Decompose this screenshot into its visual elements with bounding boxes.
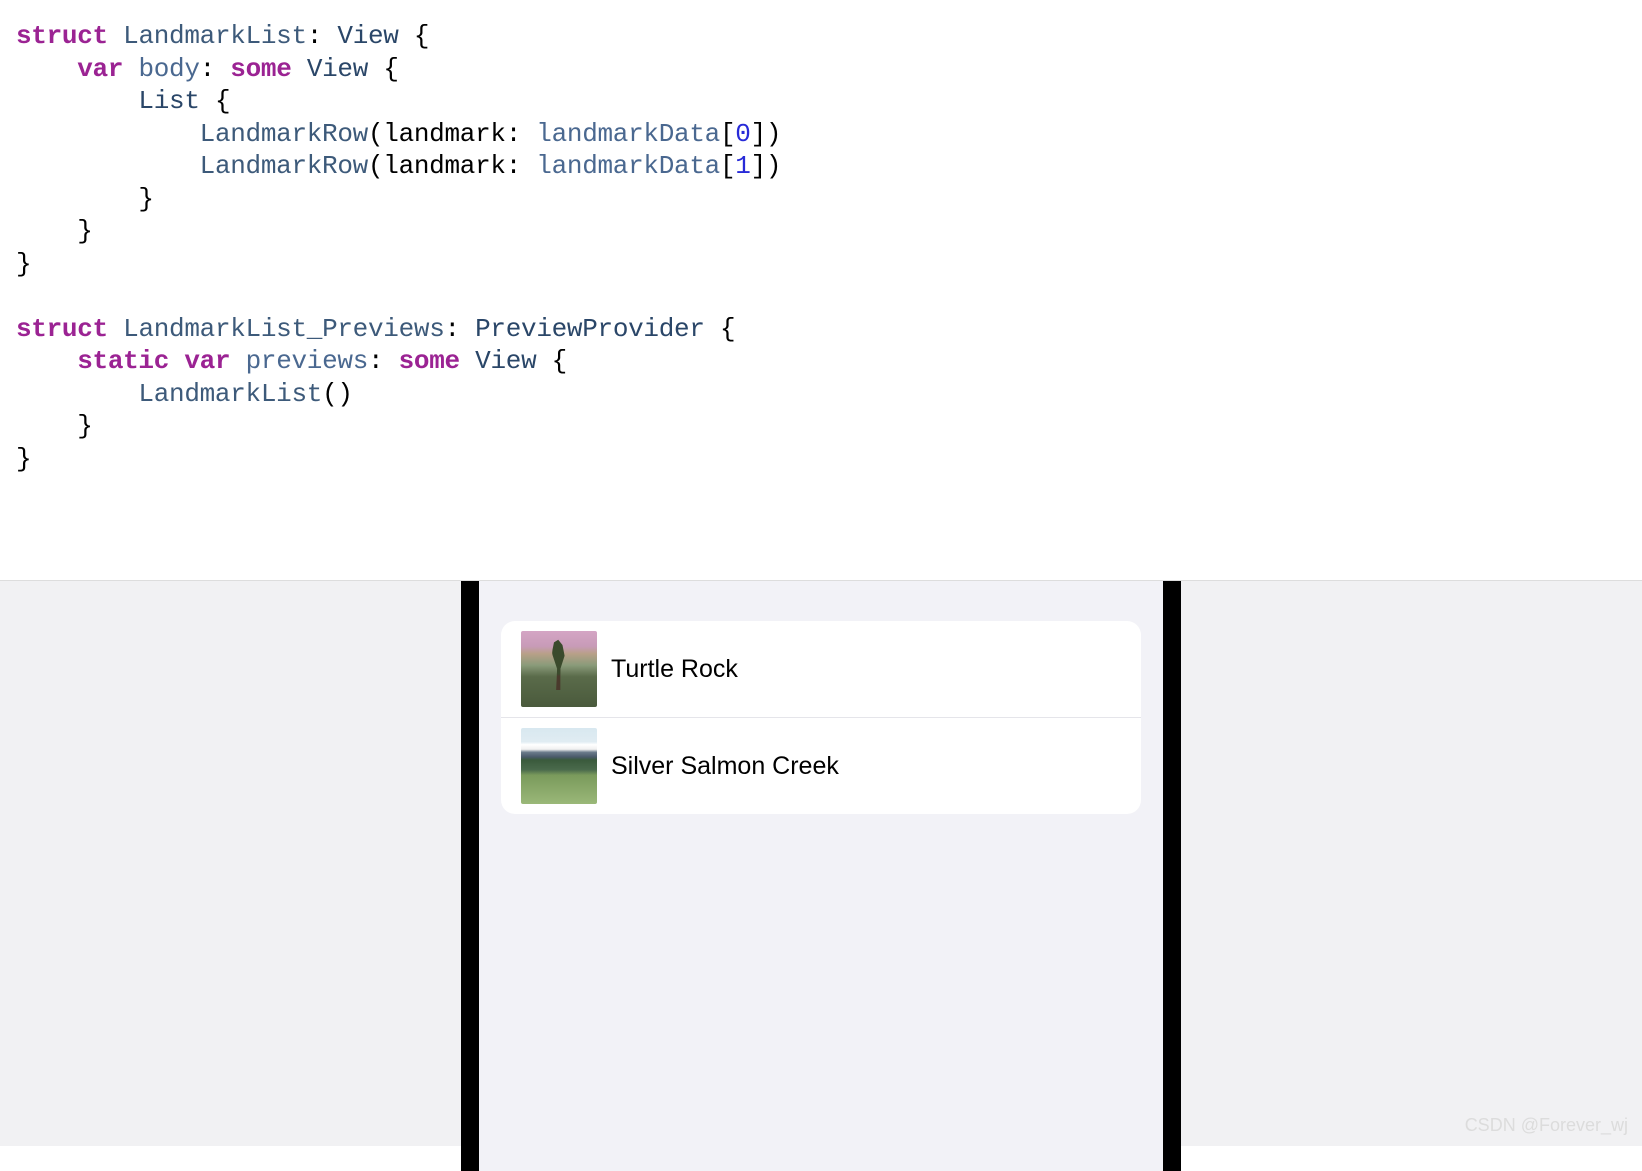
list-row[interactable]: Turtle Rock — [501, 621, 1141, 718]
list-row[interactable]: Silver Salmon Creek — [501, 718, 1141, 814]
preview-canvas: Turtle Rock Silver Salmon Creek CSDN @For… — [0, 580, 1642, 1146]
list-container: Turtle Rock Silver Salmon Creek — [501, 621, 1141, 814]
row-thumbnail — [521, 631, 597, 707]
phone-preview: Turtle Rock Silver Salmon Creek — [461, 581, 1181, 1171]
phone-bezel: Turtle Rock Silver Salmon Creek — [461, 581, 1181, 1171]
row-label: Silver Salmon Creek — [611, 752, 839, 781]
watermark-text: CSDN @Forever_wj — [1465, 1115, 1628, 1136]
code-editor[interactable]: struct LandmarkList: View { var body: so… — [0, 0, 1642, 580]
row-thumbnail — [521, 728, 597, 804]
phone-screen[interactable]: Turtle Rock Silver Salmon Creek — [479, 581, 1163, 1171]
row-label: Turtle Rock — [611, 655, 738, 684]
